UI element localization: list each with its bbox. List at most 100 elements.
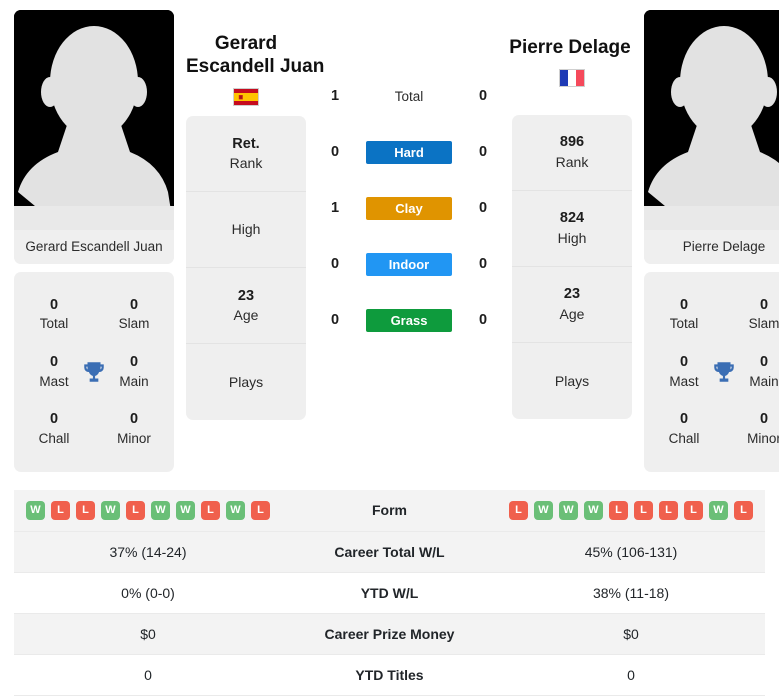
right-rank-row: 896 Rank — [512, 115, 632, 192]
right-form-badge-win: W — [709, 500, 728, 520]
h2h-left-score: 0 — [330, 312, 340, 328]
left-titles-chall: 0 Chall — [14, 401, 94, 458]
left-form-badge-loss: L — [76, 500, 95, 520]
trophy-icon — [84, 362, 104, 382]
h2h-row-total: 1 Total 0 — [318, 68, 500, 124]
value: 824 — [559, 210, 585, 227]
left-value: 0% (0-0) — [14, 572, 282, 614]
label: Slam — [748, 316, 779, 332]
left-player-photo — [14, 10, 174, 230]
left-titles-minor: 0 Minor — [94, 401, 174, 458]
h2h-right-score: 0 — [478, 88, 488, 104]
left-value: $0 — [14, 613, 282, 655]
value: 0 — [679, 411, 689, 428]
h2h-surface-label: Total — [394, 88, 424, 104]
h2h-right-score: 0 — [478, 200, 488, 216]
right-form-badge-loss: L — [509, 500, 528, 520]
left-age-row: 23 Age — [186, 268, 306, 345]
left-form-cell: WLLWLWWLWL — [14, 490, 282, 532]
left-titles-card: 0 Total 0 Slam 0 Mast 0 Main 0 Chall 0 M… — [14, 272, 174, 472]
right-form-badges: LWWWLLLLWL — [507, 500, 755, 520]
h2h-surface-clay-pill[interactable]: Clay — [366, 196, 452, 220]
right-player-photo — [644, 10, 779, 230]
left-form-badge-win: W — [151, 500, 170, 520]
label: Age — [559, 306, 585, 322]
left-high-row: High — [186, 192, 306, 269]
label: Mast — [669, 373, 699, 389]
name-line-2: Escandell Juan — [186, 56, 325, 78]
right-titles-chall: 0 Chall — [644, 401, 724, 458]
row-label: Career Prize Money — [282, 613, 497, 655]
value: 0 — [49, 354, 59, 371]
right-form-badge-win: W — [534, 500, 553, 520]
left-flag-row — [186, 88, 306, 107]
right-trophy-badge — [707, 355, 741, 389]
label: Main — [119, 373, 149, 389]
label: Total — [669, 316, 699, 332]
right-titles-minor: 0 Minor — [724, 401, 779, 458]
h2h-left-score: 1 — [330, 88, 340, 104]
left-form-badges: WLLWLWWLWL — [24, 500, 272, 520]
left-form-badge-loss: L — [51, 500, 70, 520]
label: Age — [233, 307, 259, 324]
h2h-surface-grass-pill[interactable]: Grass — [366, 308, 452, 332]
label: Minor — [747, 430, 779, 446]
left-rank-card: Ret. Rank High 23 Age Plays — [186, 116, 306, 421]
right-player-info-column: Pierre Delage 896 Rank 824 High 23 Age P… — [509, 10, 632, 420]
right-player-photo-caption: Pierre Delage — [644, 230, 779, 264]
right-form-badge-loss: L — [734, 500, 753, 520]
h2h-right-score: 0 — [478, 256, 488, 272]
left-player-photo-caption: Gerard Escandell Juan — [14, 230, 174, 264]
h2h-comparison-page: Gerard Escandell Juan 0 Total 0 Slam 0 M… — [0, 0, 779, 699]
right-flag-row — [559, 69, 585, 88]
left-form-badge-win: W — [26, 500, 45, 520]
left-form-badge-loss: L — [201, 500, 220, 520]
left-form-badge-win: W — [226, 500, 245, 520]
left-plays-row: Plays — [186, 344, 306, 420]
h2h-surface-indoor-pill[interactable]: Indoor — [366, 252, 452, 276]
left-value: 0 — [14, 654, 282, 696]
h2h-right-score: 0 — [478, 312, 488, 328]
right-value: 0 — [497, 654, 765, 696]
right-player-name: Pierre Delage — [509, 10, 630, 59]
right-player-card[interactable]: Pierre Delage — [644, 10, 779, 264]
value: 0 — [49, 411, 59, 428]
right-value: 38% (11-18) — [497, 572, 765, 614]
name-line-1: Gerard — [214, 33, 278, 54]
row-label: Career Total W/L — [282, 531, 497, 573]
value: 0 — [759, 354, 769, 371]
comparison-stats-table: WLLWLWWLWL Form LWWWLLLLWL 37% (14-24) C… — [14, 490, 765, 696]
value: 23 — [237, 287, 255, 304]
value: Ret. — [232, 135, 260, 152]
value: 0 — [759, 296, 769, 313]
value: 23 — [563, 286, 581, 303]
h2h-left-score: 0 — [330, 256, 340, 272]
label: Rank — [229, 155, 263, 172]
h2h-row-clay: 1 Clay 0 — [318, 180, 500, 236]
spain-flag-icon — [233, 88, 259, 107]
h2h-row-grass: 0 Grass 0 — [318, 292, 500, 348]
left-value: 37% (14-24) — [14, 531, 282, 573]
left-player-card[interactable]: Gerard Escandell Juan — [14, 10, 174, 264]
row-label: YTD W/L — [282, 572, 497, 614]
label: Plays — [554, 372, 590, 389]
trophy-icon — [714, 362, 734, 382]
label: Minor — [117, 430, 151, 446]
label: Slam — [118, 316, 150, 332]
right-plays-row: Plays — [512, 343, 632, 419]
h2h-row-indoor: 0 Indoor 0 — [318, 236, 500, 292]
h2h-row-hard: 0 Hard 0 — [318, 124, 500, 180]
person-silhouette-icon — [14, 10, 174, 230]
h2h-surface-hard-pill[interactable]: Hard — [366, 140, 452, 164]
value: 0 — [679, 354, 689, 371]
value: 0 — [129, 411, 139, 428]
label: Chall — [38, 430, 70, 446]
label: High — [557, 230, 587, 246]
name-line-1: Pierre Delage — [509, 37, 631, 58]
person-silhouette-icon — [644, 10, 779, 230]
right-form-badge-loss: L — [609, 500, 628, 520]
label: Total — [39, 316, 69, 332]
players-header-section: Gerard Escandell Juan 0 Total 0 Slam 0 M… — [0, 0, 779, 480]
head-to-head-surfaces: 1 Total 0 0 Hard 0 1 Clay 0 0 Indoor 0 0 — [318, 10, 500, 348]
left-rank-row: Ret. Rank — [186, 116, 306, 193]
